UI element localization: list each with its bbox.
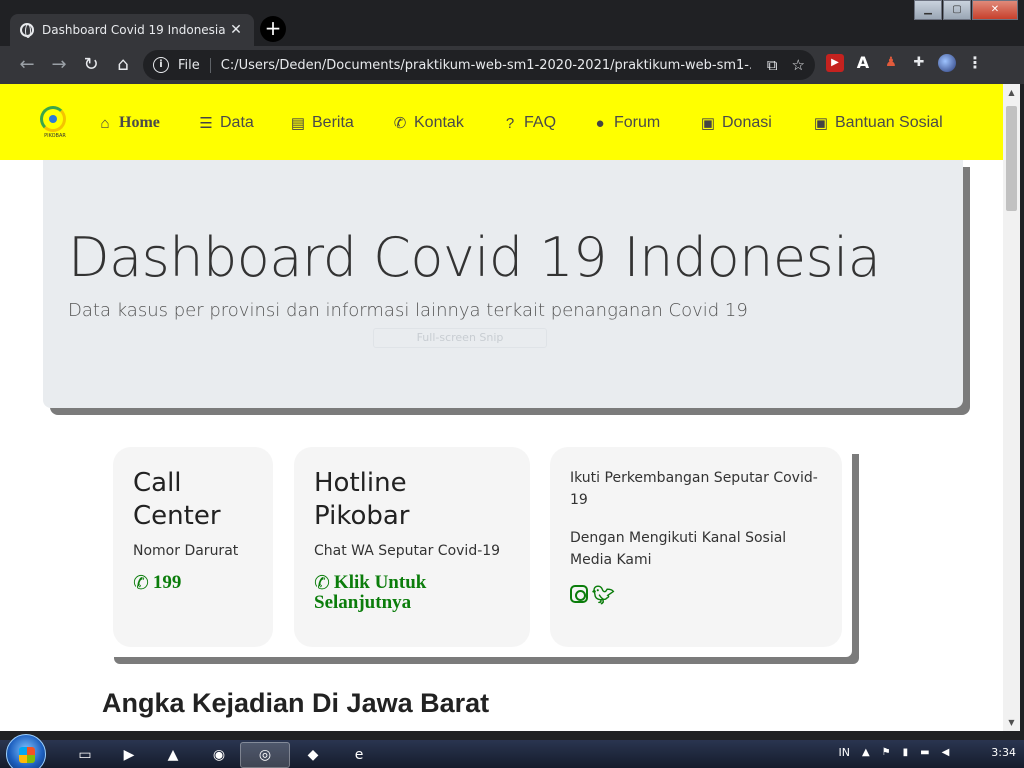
scheme-label: File: [178, 57, 211, 73]
nav-item-berita[interactable]: ▤ Berita: [288, 114, 354, 132]
minimize-button[interactable]: ▁: [914, 0, 942, 20]
address-bar[interactable]: i File C:/Users/Deden/Documents/praktiku…: [143, 50, 815, 80]
hotline-card: Hotline Pikobar Chat WA Seputar Covid-19…: [294, 447, 530, 647]
extension-figure-icon[interactable]: ♟: [882, 54, 900, 72]
brand-logo[interactable]: PIKOBAR: [40, 106, 70, 140]
maximize-button[interactable]: ▢: [943, 0, 971, 20]
scroll-down-arrow-icon[interactable]: ▼: [1003, 714, 1020, 731]
call-center-card: Call Center Nomor Darurat ✆ 199: [113, 447, 273, 647]
clock[interactable]: 3:34: [991, 746, 1016, 759]
nav-item-home[interactable]: ⌂ Home: [95, 114, 159, 132]
browser-menu-icon[interactable]: ⋮: [966, 54, 984, 72]
page-scrollbar[interactable]: ▲ ▼: [1003, 84, 1020, 731]
nav-item-forum[interactable]: ● Forum: [590, 114, 660, 132]
nav-item-faq[interactable]: ? FAQ: [500, 114, 556, 132]
chrome-taskbar-icon[interactable]: ◎: [240, 742, 290, 768]
section-title: Angka Kejadian Di Jawa Barat: [102, 688, 490, 718]
window-controls: ▁ ▢ ✕: [913, 0, 1018, 20]
extensions-area: ▶ A ♟ ✚ ⋮: [826, 54, 984, 72]
info-icon[interactable]: i: [153, 57, 169, 73]
profile-avatar-icon[interactable]: [938, 54, 956, 72]
extensions-puzzle-icon[interactable]: ✚: [910, 54, 928, 72]
social-text-channels: Dengan Mengikuti Kanal Sosial Media Kami: [570, 530, 787, 568]
social-card: Ikuti Perkembangan Seputar Covid-19 Deng…: [550, 447, 842, 647]
tab-dashboard[interactable]: Dashboard Covid 19 Indonesia ✕: [10, 14, 254, 46]
page-title: Dashboard Covid 19 Indonesia: [68, 226, 881, 289]
social-icons: 🐦︎: [570, 585, 822, 606]
action-center-flag-icon[interactable]: ⚑: [882, 747, 891, 758]
box-open-icon: ▣: [700, 115, 716, 132]
close-window-button[interactable]: ✕: [972, 0, 1018, 20]
scroll-thumb[interactable]: [1006, 106, 1017, 211]
pikobar-logo-icon: [40, 106, 66, 132]
nav-item-bantuan-sosial[interactable]: ▣ Bantuan Sosial: [811, 114, 943, 132]
newspaper-icon: ▤: [290, 115, 306, 132]
info-card-group: Call Center Nomor Darurat ✆ 199 Hotline …: [107, 447, 852, 657]
instagram-icon[interactable]: [570, 585, 588, 603]
scroll-up-arrow-icon[interactable]: ▲: [1003, 84, 1020, 101]
database-icon: ☰: [199, 115, 213, 132]
page-viewport: PIKOBAR ⌂ Home ☰ Data ▤ Berita ✆ Kontak …: [0, 84, 1003, 731]
phone-icon: ✆: [314, 572, 330, 594]
brand-logo-caption: PIKOBAR: [44, 133, 66, 139]
hotline-text: Chat WA Seputar Covid-19: [314, 543, 501, 559]
language-indicator[interactable]: IN: [838, 746, 849, 759]
box-open-icon: ▣: [813, 115, 829, 132]
firefox-taskbar-icon[interactable]: ◉: [194, 742, 244, 768]
show-hidden-icons-icon[interactable]: ▲: [862, 747, 870, 758]
browser-toolbar: ← → ↻ ⌂ i File C:/Users/Deden/Documents/…: [0, 46, 1024, 84]
globe-icon: [20, 23, 34, 38]
vlc-taskbar-icon[interactable]: ▲: [148, 742, 198, 768]
new-tab-button[interactable]: +: [260, 16, 286, 42]
volume-icon[interactable]: ◀: [942, 747, 950, 758]
comment-icon: ●: [595, 114, 605, 132]
call-center-title: Call Center: [133, 468, 221, 531]
extension-red-icon[interactable]: ▶: [826, 54, 844, 72]
phone-icon: ✆: [133, 572, 149, 594]
ie-taskbar-icon[interactable]: e: [334, 742, 384, 768]
site-navbar: PIKOBAR ⌂ Home ☰ Data ▤ Berita ✆ Kontak …: [0, 84, 1003, 160]
vscode-taskbar-icon[interactable]: ◆: [288, 742, 338, 768]
call-center-link[interactable]: ✆ 199: [133, 572, 253, 594]
jumbotron: Dashboard Covid 19 Indonesia Data kasus …: [43, 160, 963, 408]
url-text[interactable]: C:/Users/Deden/Documents/praktikum-web-s…: [221, 58, 751, 73]
twitter-icon[interactable]: 🐦︎: [592, 585, 615, 606]
nav-item-donasi[interactable]: ▣ Donasi: [698, 114, 772, 132]
system-tray: IN ▲ ⚑ ▮ ▬ ◀ 3:34: [838, 746, 1016, 759]
back-button[interactable]: ←: [12, 50, 42, 80]
extension-font-icon[interactable]: A: [854, 54, 872, 72]
tab-title: Dashboard Covid 19 Indonesia: [42, 23, 226, 37]
phone-icon: ✆: [393, 115, 407, 132]
nav-item-data[interactable]: ☰ Data: [196, 114, 254, 132]
tab-strip: Dashboard Covid 19 Indonesia ✕ +: [0, 0, 1024, 46]
call-center-text: Nomor Darurat: [133, 543, 239, 559]
close-tab-icon[interactable]: ✕: [228, 22, 244, 38]
reload-button[interactable]: ↻: [76, 50, 106, 80]
page-subtitle: Data kasus per provinsi dan informasi la…: [68, 300, 748, 321]
windows-taskbar: ▭ ▶ ▲ ◉ ◎ ◆ e IN ▲ ⚑ ▮ ▬ ◀ 3:34: [0, 734, 1024, 768]
question-circle-icon: ?: [505, 114, 515, 132]
translate-icon[interactable]: ⧉: [767, 56, 778, 74]
media-player-taskbar-icon[interactable]: ▶: [104, 742, 154, 768]
nav-item-kontak[interactable]: ✆ Kontak: [390, 114, 464, 132]
battery-icon[interactable]: ▬: [920, 747, 929, 758]
social-text-follow: Ikuti Perkembangan Seputar Covid-19: [570, 470, 818, 508]
bookmark-star-icon[interactable]: ☆: [792, 56, 805, 74]
hotline-title: Hotline Pikobar: [314, 468, 410, 531]
snip-overlay: Full-screen Snip: [373, 328, 547, 348]
network-signal-icon[interactable]: ▮: [903, 747, 909, 758]
home-icon: ⌂: [100, 114, 110, 132]
explorer-taskbar-icon[interactable]: ▭: [60, 742, 110, 768]
forward-button[interactable]: →: [44, 50, 74, 80]
home-button[interactable]: ⌂: [108, 50, 138, 80]
start-button[interactable]: [6, 734, 46, 768]
hotline-link[interactable]: ✆ Klik Untuk Selanjutnya: [314, 573, 510, 613]
